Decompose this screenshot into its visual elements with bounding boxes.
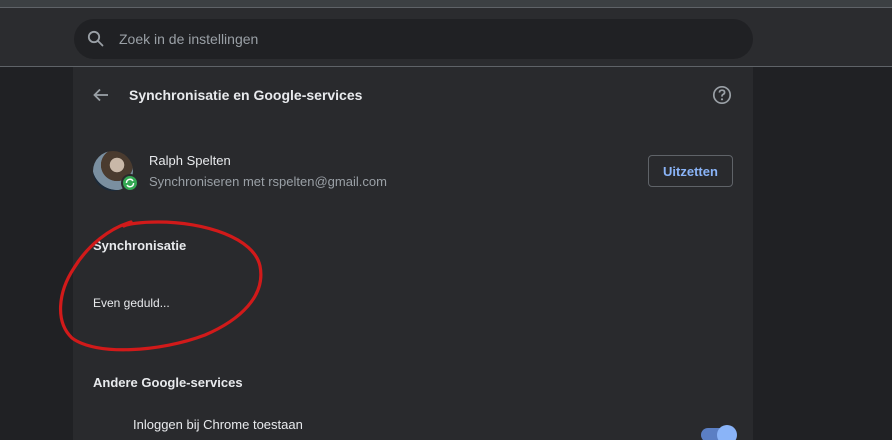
back-arrow-icon[interactable]: [91, 85, 111, 105]
sync-badge-icon: [121, 174, 139, 192]
allow-signin-label: Inloggen bij Chrome toestaan: [133, 417, 303, 432]
page-title: Synchronisatie en Google-services: [129, 87, 363, 103]
sync-loading-text: Even geduld...: [93, 296, 170, 310]
account-name: Ralph Spelten: [149, 153, 231, 168]
settings-header: [0, 8, 892, 67]
search-icon[interactable]: [86, 29, 106, 49]
allow-signin-toggle[interactable]: [701, 425, 737, 440]
settings-card: Synchronisatie en Google-services Ralph …: [73, 67, 753, 440]
other-services-title: Andere Google-services: [93, 375, 243, 390]
search-bar[interactable]: [74, 19, 753, 59]
toggle-knob[interactable]: [717, 425, 737, 440]
sync-section-title: Synchronisatie: [93, 238, 187, 253]
sync-status-text: Synchroniseren met rspelten@gmail.com: [149, 174, 387, 189]
turn-off-button[interactable]: Uitzetten: [648, 155, 733, 187]
search-input[interactable]: [119, 19, 719, 59]
help-icon[interactable]: [712, 85, 732, 105]
